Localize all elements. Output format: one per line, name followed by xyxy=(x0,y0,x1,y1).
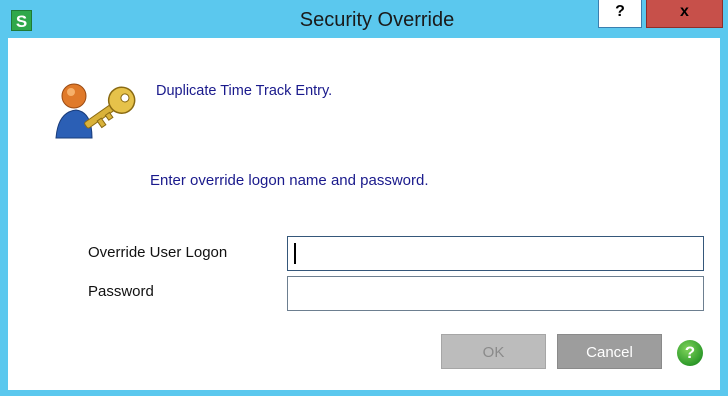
password-label: Password xyxy=(88,283,154,300)
title-help-button[interactable]: ? xyxy=(598,0,642,28)
ok-label: OK xyxy=(482,344,505,361)
security-override-dialog: S Security Override ? x Duplicate Time T… xyxy=(0,0,728,396)
message-heading: Duplicate Time Track Entry. xyxy=(156,83,333,99)
close-button[interactable]: x xyxy=(646,0,723,28)
help-circle-icon[interactable]: ? xyxy=(677,340,703,366)
text-caret xyxy=(294,243,296,264)
user-logon-input[interactable] xyxy=(287,236,704,271)
password-input[interactable] xyxy=(287,276,704,311)
cancel-label: Cancel xyxy=(586,344,633,361)
user-key-icon xyxy=(55,83,136,139)
dialog-body: Duplicate Time Track Entry. Enter overri… xyxy=(8,38,720,390)
user-logon-label: Override User Logon xyxy=(88,244,228,261)
title-bar[interactable]: S Security Override ? x xyxy=(0,0,728,38)
message-instruction: Enter override logon name and password. xyxy=(150,172,429,189)
ok-button[interactable]: OK xyxy=(441,334,546,369)
cancel-button[interactable]: Cancel xyxy=(557,334,662,369)
